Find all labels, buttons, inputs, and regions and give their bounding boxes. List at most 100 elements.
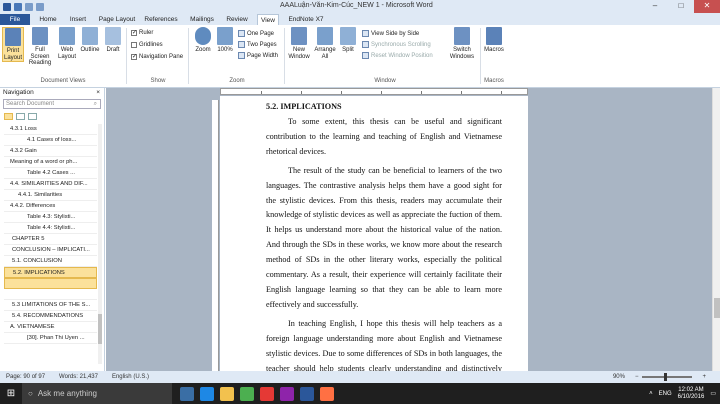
nav-heading-item[interactable]: 4.4.1. Similarities [4,190,97,201]
nav-heading-item[interactable]: 4.4. SIMILARITIES AND DIF... [4,179,97,190]
nav-heading-item[interactable] [4,289,97,300]
vertical-ruler[interactable] [212,100,219,371]
window-title: AAALuận-Văn-Kim-Cúc_NEW 1 - Microsoft Wo… [280,2,433,9]
nav-heading-item[interactable]: Table 4.3: Stylisti... [4,212,97,223]
macros-button[interactable]: Macros [483,27,505,54]
nav-heading-item[interactable]: 4.3.1 Loss [4,124,97,135]
draft-button[interactable]: Draft [102,27,124,54]
browse-headings-tab[interactable] [4,112,13,120]
app-icon[interactable] [320,386,334,401]
reset-window-position-button[interactable]: Reset Window Position [362,52,433,59]
tab-endnote[interactable]: EndNote X7 [286,14,326,25]
paragraph: The result of the study can be beneficia… [266,165,502,309]
tab-view[interactable]: View [257,14,279,25]
file-explorer-icon[interactable] [220,386,234,401]
nav-heading-item[interactable]: 4.1 Cases of loss... [4,135,97,146]
tab-insert[interactable]: Insert [66,14,90,25]
edge-browser-icon[interactable] [200,386,214,401]
outline-button[interactable]: Outline [79,27,101,54]
horizontal-ruler[interactable] [220,88,528,95]
minimize-button[interactable]: – [642,0,668,13]
browse-pages-tab[interactable] [16,112,25,120]
group-separator [188,28,189,84]
reset-position-icon [362,52,369,59]
clock[interactable]: 12:02 AM 6/10/2016 [678,387,705,401]
nav-heading-item[interactable]: 4.3.2 Gain [4,146,97,157]
browse-results-tab[interactable] [28,112,37,120]
undo-icon[interactable] [25,2,33,11]
nav-heading-item[interactable]: A. VIETNAMESE [4,322,97,333]
page-width-icon [238,52,245,59]
language-indicator[interactable]: English (U.S.) [112,374,149,380]
nav-heading-item[interactable]: Table 4.4: Stylisti... [4,223,97,234]
zoom-slider-knob[interactable] [664,373,668,381]
navigation-pane-checkbox[interactable]: ✓ Navigation Pane [131,54,183,60]
app-icon[interactable] [280,386,294,401]
nav-heading-item[interactable]: Table 4.2 Cases ... [4,168,97,179]
nav-scrollbar[interactable] [98,124,102,364]
nav-heading-item[interactable]: CONCLUSION – IMPLICATI... [4,245,97,256]
paragraph: In teaching English, I hope this thesis … [266,318,502,371]
zoom-out-icon[interactable]: − [635,374,639,380]
ruler-checkbox[interactable]: ✓ Ruler [131,30,153,36]
split-button[interactable]: Split [337,27,359,54]
page-width-button[interactable]: Page Width [238,52,278,59]
page-count[interactable]: Page: 90 of 97 [6,374,45,380]
nav-heading-item[interactable]: 5.1. CONCLUSION [4,256,97,267]
new-window-button[interactable]: New Window [287,27,311,60]
notification-chevron-icon[interactable]: ˄ [649,391,653,397]
nav-heading-item[interactable]: Meaning of a word or ph... [4,157,97,168]
nav-scroll-thumb[interactable] [98,314,102,344]
nav-heading-item[interactable]: CHAPTER 5 [4,234,97,245]
arrange-all-button[interactable]: Arrange All [313,27,337,60]
close-button[interactable]: ✕ [694,0,720,13]
zoom-slider[interactable] [642,373,693,381]
lang-indicator[interactable]: ENG [659,391,672,397]
action-center-icon[interactable]: ▭ [710,390,716,397]
maximize-button[interactable]: □ [668,0,694,13]
navigation-close-icon[interactable]: × [96,89,100,96]
tab-review[interactable]: Review [224,14,250,25]
cortana-search-box[interactable]: ○ Ask me anything [22,383,172,404]
nav-heading-item[interactable]: [30]. Phan Thi Uyen ... [4,333,97,344]
task-view-icon[interactable] [180,386,194,401]
word-taskbar-icon[interactable] [300,386,314,401]
sync-scroll-icon [362,41,369,48]
search-icon[interactable]: ⌕ [94,101,97,108]
zoom-in-icon[interactable]: + [702,374,706,380]
nav-heading-item-selected[interactable] [4,278,97,289]
switch-windows-button[interactable]: Switch Windows [448,27,476,60]
print-layout-button[interactable]: Print Layout [2,27,24,62]
redo-icon[interactable] [36,2,44,11]
tab-home[interactable]: Home [36,14,60,25]
status-bar: Page: 90 of 97 Words: 21,437 English (U.… [0,371,720,383]
nav-heading-item[interactable]: 5.4. RECOMMENDATIONS [4,311,97,322]
start-windows-icon[interactable]: ⊞ [0,383,22,404]
zoom-level[interactable]: 90% [613,374,625,380]
tab-file[interactable]: File [0,14,30,25]
nav-heading-item-selected[interactable]: 5.2. IMPLICATIONS [4,267,97,278]
gridlines-checkbox[interactable]: Gridlines [131,42,163,48]
document-scroll-thumb[interactable] [714,298,720,318]
nav-heading-item[interactable]: 4.4.2. Differences [4,201,97,212]
web-layout-button[interactable]: Web Layout [56,27,78,60]
one-page-button[interactable]: One Page [238,30,274,37]
tab-mailings[interactable]: Mailings [187,14,217,25]
heading-list: 4.3.1 Loss 4.1 Cases of loss... 4.3.2 Ga… [4,124,97,344]
tab-references[interactable]: References [143,14,179,25]
zoom-button[interactable]: Zoom [192,27,214,54]
save-icon[interactable] [14,2,22,11]
word-count[interactable]: Words: 21,437 [59,374,98,380]
tab-page-layout[interactable]: Page Layout [97,14,137,25]
synchronous-scrolling-button[interactable]: Synchronous Scrolling [362,41,431,48]
two-pages-button[interactable]: Two Pages [238,41,277,48]
search-document-input[interactable]: Search Document ⌕ [3,99,101,109]
document-scrollbar[interactable] [712,88,720,371]
chrome-icon[interactable] [240,386,254,401]
zoom-100-button[interactable]: 100% [214,27,236,54]
app-icon[interactable] [260,386,274,401]
nav-heading-item[interactable]: 5.3 LIMITATIONS OF THE S... [4,300,97,311]
full-screen-reading-button[interactable]: Full Screen Reading [26,27,54,67]
document-page[interactable]: 5.2. IMPLICATIONS To some extent, this t… [220,96,528,371]
view-side-by-side-button[interactable]: View Side by Side [362,30,419,37]
